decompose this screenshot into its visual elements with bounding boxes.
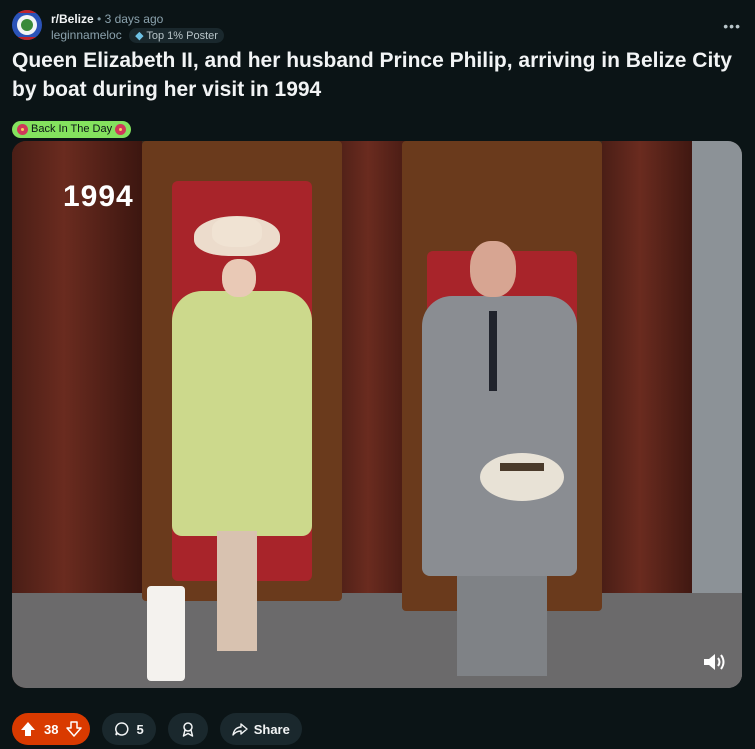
post-title[interactable]: Queen Elizabeth II, and her husband Prin… (12, 46, 742, 104)
author-line: leginnameloc ◆ Top 1% Poster (51, 28, 224, 43)
subreddit-link[interactable]: r/Belize (51, 12, 94, 26)
author-link[interactable]: leginnameloc (51, 28, 122, 42)
handbag (147, 586, 185, 681)
post-actions: 38 5 Share (12, 713, 302, 745)
share-icon (232, 723, 248, 736)
floor (12, 593, 742, 688)
prince-tie (489, 311, 497, 391)
hibiscus-icon (115, 124, 127, 135)
comment-count: 5 (136, 721, 144, 737)
meta-separator: • (97, 12, 102, 26)
video-year-overlay: 1994 (63, 180, 134, 213)
post-header: r/Belize • 3 days ago leginnameloc ◆ Top… (12, 10, 745, 46)
hibiscus-icon (17, 124, 28, 135)
vote-control: 38 (12, 713, 91, 745)
downvote-icon[interactable] (66, 721, 83, 737)
speaker-icon (704, 654, 725, 670)
queen-dress (172, 291, 312, 536)
prince-hat (480, 453, 564, 501)
comment-icon (115, 722, 129, 736)
post-flair-label: Back In The Day (31, 123, 113, 135)
share-button[interactable]: Share (219, 713, 302, 745)
more-options-button[interactable]: ••• (723, 18, 741, 34)
mute-toggle-button[interactable] (702, 651, 732, 675)
user-flair: ◆ Top 1% Poster (129, 28, 224, 43)
share-label: Share (253, 721, 290, 737)
queen-face (222, 259, 256, 297)
queen-legs (217, 531, 257, 651)
queen-hat-crown (212, 217, 262, 247)
prince-suit (422, 296, 577, 576)
prince-face (470, 241, 516, 297)
video-player[interactable]: 1994 (12, 141, 742, 688)
user-flair-label: Top 1% Poster (146, 30, 218, 42)
post-flair[interactable]: Back In The Day (12, 121, 132, 138)
prince-hatband (500, 463, 544, 471)
prince-legs (457, 571, 547, 676)
upvote-icon[interactable] (20, 721, 36, 737)
vote-count: 38 (44, 721, 59, 737)
award-button[interactable] (167, 713, 208, 745)
post-meta: r/Belize • 3 days ago (51, 12, 163, 26)
subreddit-avatar[interactable] (12, 10, 42, 40)
diamond-icon: ◆ (135, 30, 144, 42)
post-timestamp: 3 days ago (104, 12, 164, 26)
award-icon (182, 722, 193, 737)
comments-button[interactable]: 5 (102, 713, 156, 745)
